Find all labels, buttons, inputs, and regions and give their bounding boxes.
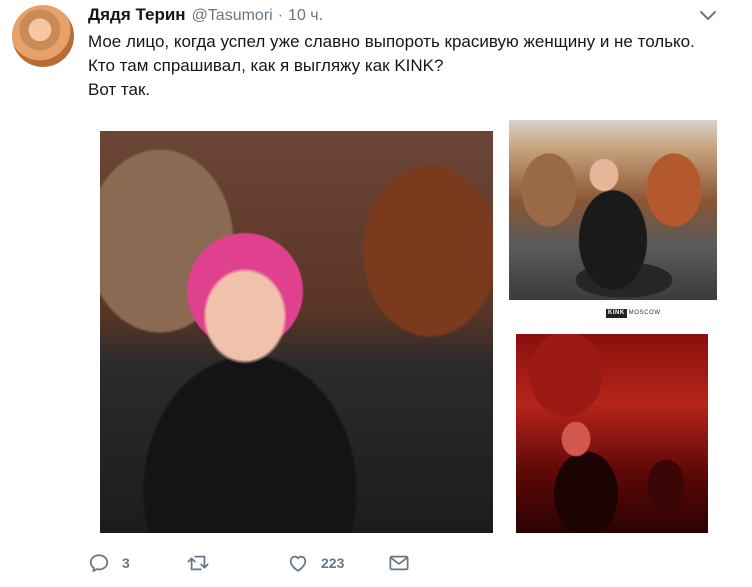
reply-count: 3 (122, 555, 130, 571)
like-button[interactable]: 223 (287, 549, 344, 577)
tweet-text-line: Кто там спрашивал, как я выгляжу как KIN… (88, 56, 444, 75)
heart-icon (289, 555, 307, 572)
header-separator: · (277, 7, 284, 24)
tweet-text: Мое лицо, когда успел уже славно выпорот… (88, 30, 738, 102)
direct-message-button[interactable] (388, 549, 410, 577)
tweet-photo-top-right[interactable] (509, 120, 717, 300)
photo-watermark: KINK MOSCOW (606, 309, 661, 318)
watermark-brand: KINK (606, 309, 627, 318)
watermark-city: MOSCOW (628, 310, 661, 316)
tweet-text-line: Мое лицо, когда успел уже славно выпорот… (88, 32, 695, 51)
retweet-icon (187, 555, 209, 571)
tweet-text-line: Вот так. (88, 80, 151, 99)
author-handle[interactable]: @Tasumori (192, 7, 273, 25)
author-avatar[interactable] (12, 5, 74, 67)
tweet-photo-main[interactable] (100, 131, 493, 533)
envelope-icon (389, 555, 409, 571)
retweet-button[interactable] (186, 549, 222, 577)
author-name[interactable]: Дядя Терин (88, 5, 186, 25)
tweet-timestamp[interactable]: 10 ч. (288, 7, 323, 25)
reply-button[interactable]: 3 (88, 549, 130, 577)
like-count: 223 (321, 555, 345, 571)
tweet-header: Дядя Терин @Tasumori · 10 ч. (88, 5, 323, 27)
chevron-down-icon[interactable] (698, 9, 718, 23)
tweet-photo-bottom-right[interactable] (516, 334, 708, 533)
reply-icon (89, 554, 109, 572)
